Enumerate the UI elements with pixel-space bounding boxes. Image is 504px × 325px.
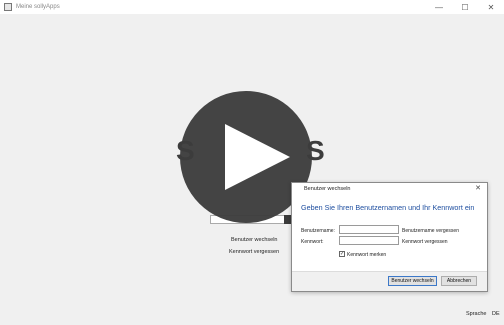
remember-password-label: Kennwort merken: [347, 252, 387, 258]
dialog-close-button[interactable]: ✕: [475, 184, 481, 192]
forgot-password-link[interactable]: Kennwort vergessen: [229, 249, 279, 255]
password-label: Kennwort:: [301, 239, 324, 245]
username-input[interactable]: [339, 225, 399, 234]
cancel-button[interactable]: Abbrechen: [441, 276, 477, 286]
maximize-button[interactable]: ☐: [452, 0, 478, 14]
language-indicator[interactable]: Sprache DE: [466, 311, 500, 317]
password-input[interactable]: [339, 236, 399, 245]
window-title: Meine sollyApps: [16, 4, 60, 10]
switch-user-link[interactable]: Benutzer wechseln: [231, 237, 277, 243]
language-label: Sprache: [466, 311, 487, 317]
minimize-button[interactable]: —: [426, 0, 452, 14]
dialog-footer: Benutzer wechseln Abbrechen: [292, 271, 487, 291]
switch-user-button[interactable]: Benutzer wechseln: [388, 276, 437, 286]
switch-user-dialog: Benutzer wechseln ✕ Geben Sie Ihren Benu…: [291, 182, 488, 292]
dialog-title: Benutzer wechseln: [304, 186, 351, 192]
dialog-heading: Geben Sie Ihren Benutzernamen und Ihr Ke…: [301, 203, 475, 212]
username-label: Benutzername:: [301, 228, 335, 234]
window-close-button[interactable]: ✕: [478, 0, 504, 14]
remember-password-checkbox[interactable]: ✓: [339, 251, 345, 257]
forgot-username-link[interactable]: Benutzername vergessen: [402, 228, 459, 234]
app-window-icon: [4, 3, 12, 11]
forgot-password-dialog-link[interactable]: Kennwort vergessen: [402, 239, 448, 245]
language-value: DE: [492, 311, 500, 317]
